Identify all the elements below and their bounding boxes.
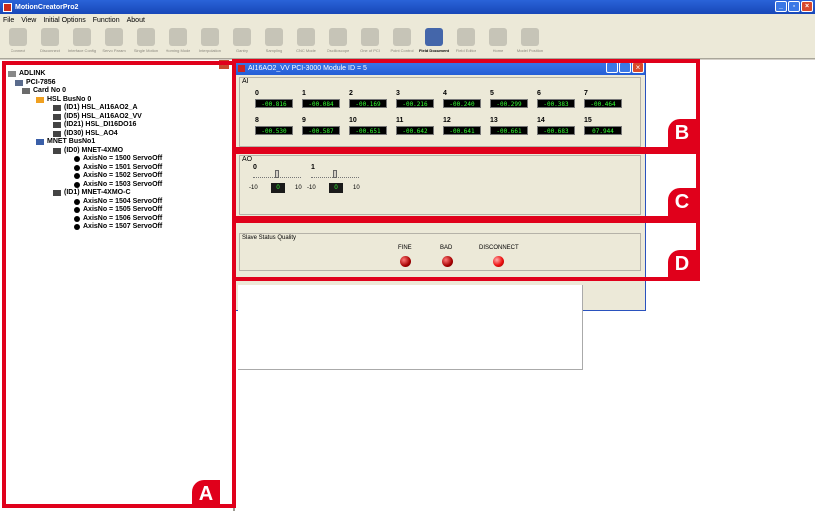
toolbar-button[interactable]: Model Position [514,26,546,59]
annotation-box-b [232,59,700,151]
toolbar: Connect Disconnect Interface Config Servo P… [0,26,815,59]
annotation-tag-d: D [668,250,696,278]
toolbar-button-label: Home [492,48,504,53]
toolbar-button-label: Servo Param [102,48,126,53]
toolbar-button-label: Field Document [418,48,449,53]
annotation-tag-b: B [668,119,696,147]
menu-file[interactable]: File [3,17,14,24]
close-icon[interactable]: × [801,1,813,12]
field-icon [425,28,443,46]
toolbar-button-label: Gantry [235,48,248,53]
hand-icon [393,28,411,46]
toolbar-button[interactable]: Interpolation [194,26,226,59]
toolbar-button-label: Homing Mode [165,48,191,53]
toolbar-button[interactable]: Home [482,26,514,59]
toolbar-button[interactable]: Point Control [386,26,418,59]
toolbar-button-label: Interpolation [198,48,221,53]
toolbar-button-label: Interface Config [67,48,97,53]
toolbar-button[interactable]: Gantry [226,26,258,59]
circle-icon [489,28,507,46]
menu-bar: File View Initial Options Function About [0,14,815,26]
toolbar-button-label: One of PCI [360,48,380,53]
window-controls: _ ▫ × [775,1,813,12]
scope-icon [329,28,347,46]
toolbar-button[interactable]: Servo Param [98,26,130,59]
cnc-icon [297,28,315,46]
board-icon [361,28,379,46]
toolbar-button[interactable]: Connect [2,26,34,59]
minimize-icon[interactable]: _ [775,1,787,12]
stack-icon [105,28,123,46]
window-title: MotionCreatorPro2 [15,3,79,11]
toolbar-button-label: CNC Mode [296,48,316,53]
title-bar: MotionCreatorPro2 _ ▫ × [0,0,815,14]
plug-icon [265,28,283,46]
toolbar-button[interactable]: Homing Mode [162,26,194,59]
toolbar-button[interactable]: Disconnect [34,26,66,59]
annotation-box-d [232,219,700,281]
toolbar-button-label: Disconnect [40,48,60,53]
toolbar-button[interactable]: Field Editor [450,26,482,59]
menu-initial-options[interactable]: Initial Options [43,17,85,24]
block-icon [521,28,539,46]
toolbar-button-label: Point Control [390,48,414,53]
annotation-box-a [2,61,236,508]
axis-icon [201,28,219,46]
toolbar-button[interactable]: One of PCI [354,26,386,59]
toolbar-button-label: Oscilloscope [326,48,350,53]
app-icon [3,2,12,12]
annotation-box-c [232,150,700,220]
toolbar-button-label: Field Editor [455,48,477,53]
toolbar-button-label: Connect [10,48,26,53]
toolbar-button[interactable]: Sampling [258,26,290,59]
toolbar-button[interactable]: Single Motion [130,26,162,59]
menu-function[interactable]: Function [93,17,120,24]
gantry-icon [233,28,251,46]
toolbar-button[interactable]: CNC Mode [290,26,322,59]
toolbar-button[interactable]: Oscilloscope [322,26,354,59]
hand-icon [9,28,27,46]
chart-icon [137,28,155,46]
toolbar-button-label: Single Motion [133,48,159,53]
maximize-icon[interactable]: ▫ [788,1,800,12]
annotation-tag-c: C [668,188,696,216]
hand-icon [41,28,59,46]
toolbar-button-label: Model Position [516,48,544,53]
app-window: MotionCreatorPro2 _ ▫ × File View Initia… [0,0,815,511]
blank-panel [238,285,583,370]
toolbar-button-label: Sampling [265,48,283,53]
menu-about[interactable]: About [127,17,145,24]
home-icon [169,28,187,46]
toolbar-button[interactable]: Field Document [418,26,450,59]
stack-icon [73,28,91,46]
toolbar-button[interactable]: Interface Config [66,26,98,59]
menu-view[interactable]: View [21,17,36,24]
annotation-tag-a: A [192,480,220,508]
editor-icon [457,28,475,46]
